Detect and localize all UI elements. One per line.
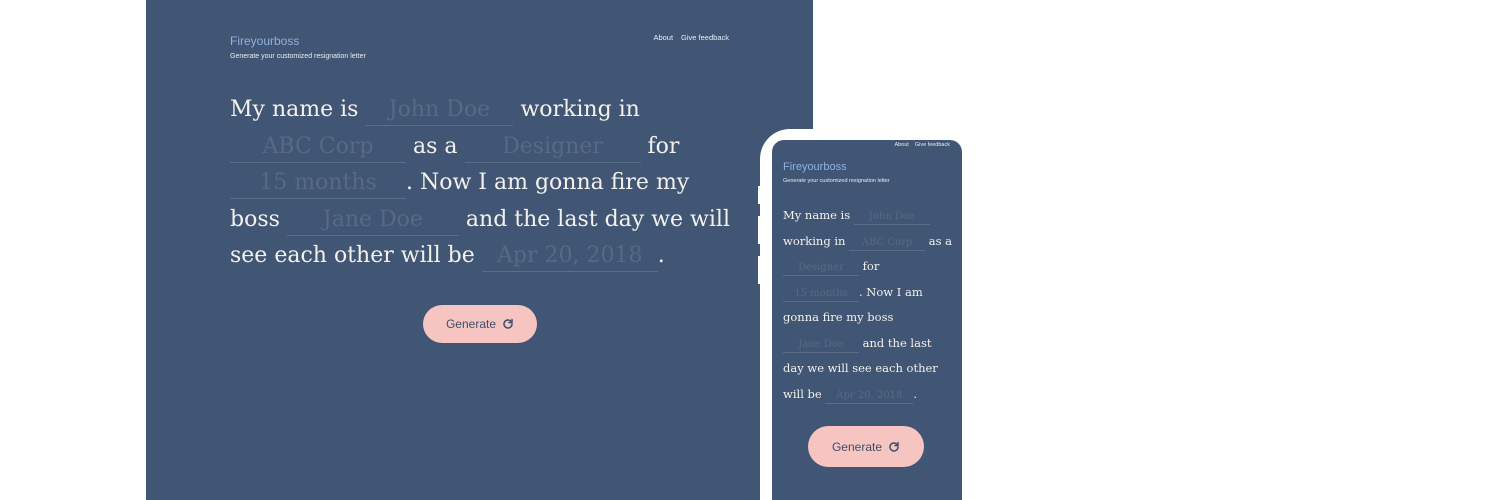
refresh-icon	[503, 318, 513, 329]
duration-input[interactable]: 15 months	[230, 168, 406, 199]
app-title[interactable]: Fireyourboss	[783, 161, 890, 174]
mobile-brand: Fireyourboss Generate your customized re…	[783, 161, 890, 185]
letter-text: .	[657, 243, 665, 268]
boss-input[interactable]: Jane Doe	[783, 338, 859, 353]
nav-about-link[interactable]: About	[653, 33, 673, 42]
app-subtitle: Generate your customized resignation let…	[230, 53, 366, 60]
phone-side-button	[758, 216, 762, 244]
boss-input[interactable]: Jane Doe	[286, 205, 459, 236]
letter-text: as a	[928, 233, 953, 248]
generate-label: Generate	[445, 317, 497, 331]
letter-text: working in	[520, 97, 640, 122]
name-input[interactable]: John Doe	[365, 95, 514, 126]
letter-text: as a	[413, 133, 458, 159]
mobile-screen: About Give feedback Fireyourboss Generat…	[772, 140, 962, 500]
mobile-top-nav: About Give feedback	[894, 142, 950, 148]
date-input[interactable]: Apr 20, 2018	[825, 389, 914, 404]
letter-text: for	[862, 259, 880, 273]
letter-text: My name is	[783, 208, 851, 222]
letter-form: My name is John Doe working in ABC Corp …	[230, 92, 730, 275]
mobile-letter-form: My name is John Doe working in ABC Corp …	[783, 203, 953, 407]
nav-feedback-link[interactable]: Give feedback	[915, 142, 950, 148]
duration-input[interactable]: 15 months	[783, 287, 859, 302]
app-subtitle: Generate your customized resignation let…	[783, 178, 890, 184]
generate-label: Generate	[831, 439, 883, 454]
letter-text: working in	[783, 233, 846, 248]
name-input[interactable]: John Doe	[853, 210, 930, 225]
letter-text: for	[647, 133, 680, 159]
top-nav: About Give feedback	[653, 33, 729, 42]
company-input[interactable]: ABC Corp	[230, 132, 406, 163]
generate-button[interactable]: Generate	[423, 305, 537, 343]
app-title[interactable]: Fireyourboss	[230, 34, 366, 48]
company-input[interactable]: ABC Corp	[849, 236, 926, 251]
letter-text: .	[913, 386, 918, 401]
phone-side-button	[758, 256, 762, 284]
role-input[interactable]: Designer	[783, 261, 859, 276]
refresh-icon	[889, 441, 899, 452]
phone-side-button	[758, 186, 762, 204]
desktop-screen: Fireyourboss Generate your customized re…	[146, 0, 813, 500]
role-input[interactable]: Designer	[464, 132, 641, 163]
letter-text: My name is	[230, 97, 359, 122]
generate-button[interactable]: Generate	[808, 426, 924, 467]
nav-about-link[interactable]: About	[894, 142, 908, 148]
date-input[interactable]: Apr 20, 2018	[481, 241, 658, 272]
nav-feedback-link[interactable]: Give feedback	[681, 33, 729, 42]
brand: Fireyourboss Generate your customized re…	[230, 34, 366, 61]
